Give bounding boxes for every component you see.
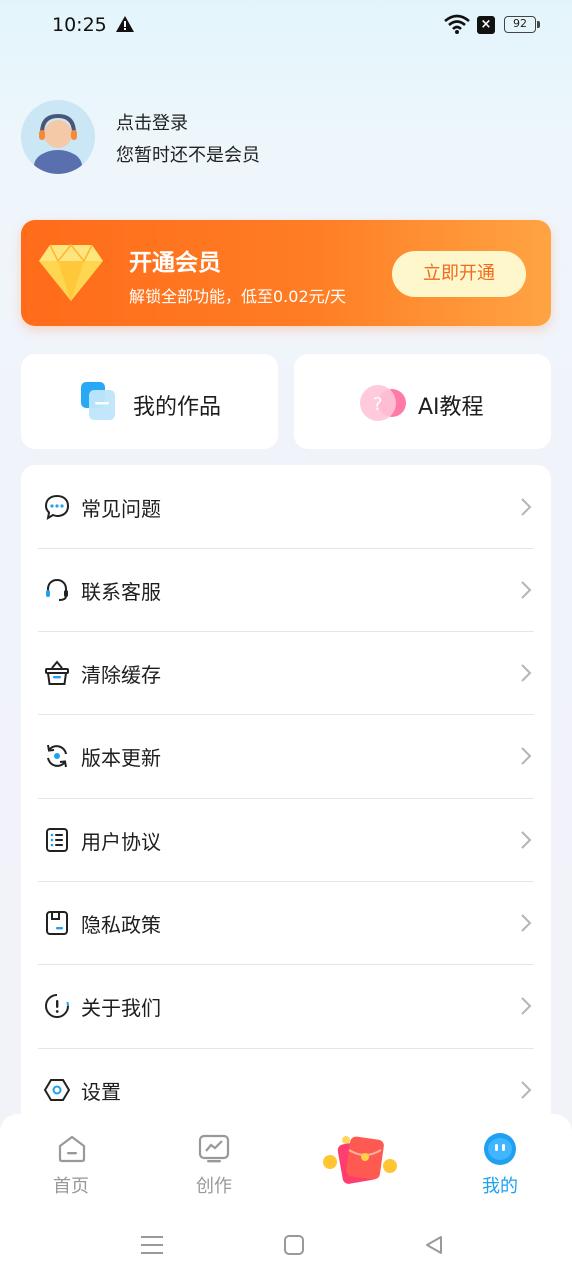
nav-tab-mine[interactable]: 我的: [450, 1130, 550, 1200]
basket-icon: [45, 660, 69, 685]
avatar-person-icon: [21, 100, 95, 174]
works-icon: [81, 382, 115, 420]
login-link[interactable]: 点击登录: [116, 109, 188, 135]
chevron-right-icon: [521, 664, 532, 682]
red-envelope-icon: [323, 1136, 397, 1184]
close-box-icon: ×: [477, 16, 495, 34]
status-time: 10:25: [52, 14, 107, 36]
chevron-right-icon: [521, 914, 532, 932]
menu-lines-icon[interactable]: [140, 1234, 164, 1256]
vip-subtitle: 解锁全部功能，低至0.02元/天: [129, 287, 347, 306]
menu-label: 版本更新: [81, 746, 161, 770]
nav-label: 创作: [196, 1176, 232, 1197]
wifi-icon: [444, 14, 470, 34]
headset-icon: [46, 578, 68, 601]
list-doc-icon: [46, 828, 68, 852]
menu-label: 清除缓存: [81, 663, 161, 687]
vip-title: 开通会员: [129, 250, 221, 276]
chevron-right-icon: [521, 997, 532, 1015]
nav-tab-home[interactable]: 首页: [21, 1130, 121, 1200]
menu-item-privacy-policy[interactable]: 隐私政策: [21, 882, 551, 965]
my-works-label: 我的作品: [133, 395, 222, 420]
membership-status: 您暂时还不是会员: [116, 145, 260, 166]
warning-icon: [116, 16, 134, 32]
menu-item-contact-support[interactable]: 联系客服: [21, 549, 551, 632]
chevron-right-icon: [521, 581, 532, 599]
tutorial-icon: ?: [360, 385, 406, 421]
activate-vip-button[interactable]: 立即开通: [392, 251, 526, 297]
ai-tutorial-label: AI教程: [418, 395, 484, 420]
hexagon-gear-icon: [44, 1079, 70, 1101]
menu-item-clear-cache[interactable]: 清除缓存: [21, 632, 551, 715]
chart-icon: [198, 1134, 230, 1163]
menu-label: 常见问题: [81, 497, 161, 521]
home-icon: [58, 1135, 86, 1163]
menu-item-user-agreement[interactable]: 用户协议: [21, 799, 551, 882]
menu-label: 隐私政策: [81, 913, 161, 937]
battery-icon: 92: [504, 16, 536, 33]
face-icon: [484, 1133, 516, 1165]
nav-label: 我的: [482, 1176, 518, 1197]
menu-label: 联系客服: [81, 580, 161, 604]
menu-label: 关于我们: [81, 996, 161, 1020]
menu-item-version-update[interactable]: 版本更新: [21, 715, 551, 798]
red-envelope-button[interactable]: [318, 1132, 402, 1188]
info-exclaim-icon: [45, 994, 69, 1018]
chevron-right-icon: [521, 498, 532, 516]
battery-nub: [537, 21, 540, 28]
avatar[interactable]: [21, 100, 95, 174]
nav-label: 首页: [53, 1176, 89, 1197]
save-doc-icon: [46, 911, 68, 935]
menu-label: 设置: [81, 1080, 121, 1104]
chevron-right-icon: [521, 831, 532, 849]
menu-item-faq[interactable]: 常见问题: [21, 466, 551, 549]
diamond-icon: [39, 243, 103, 301]
svg-text:?: ?: [373, 394, 383, 415]
chat-bubble-icon: [44, 494, 70, 520]
chevron-right-icon: [521, 1081, 532, 1099]
back-triangle-icon[interactable]: [423, 1234, 445, 1256]
refresh-icon: [47, 744, 67, 768]
nav-tab-create[interactable]: 创作: [164, 1130, 264, 1200]
menu-item-about-us[interactable]: 关于我们: [21, 965, 551, 1048]
home-square-icon[interactable]: [283, 1234, 305, 1256]
chevron-right-icon: [521, 747, 532, 765]
menu-label: 用户协议: [81, 830, 161, 854]
